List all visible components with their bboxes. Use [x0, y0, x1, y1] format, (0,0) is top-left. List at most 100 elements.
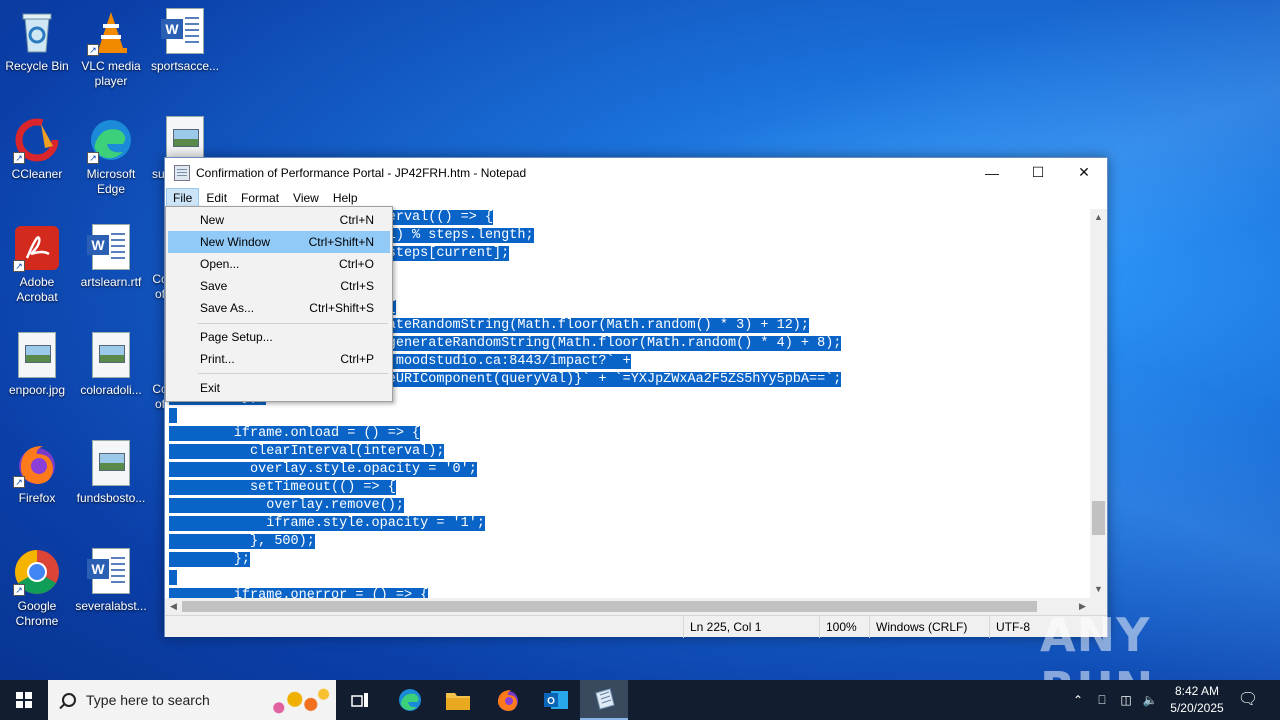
menu-file[interactable]: File: [166, 188, 200, 208]
menu-format[interactable]: Format: [234, 188, 286, 208]
menu-item-new-window[interactable]: New Window Ctrl+Shift+N: [168, 231, 390, 253]
selected-text: [169, 570, 178, 585]
word-doc-icon: W: [87, 224, 135, 272]
menu-item-shortcut: Ctrl+N: [339, 213, 374, 227]
folder-icon: [446, 693, 470, 710]
desktop-icon-google-chrome[interactable]: ↗ Google Chrome: [0, 548, 74, 629]
desktop-icon-severalabst[interactable]: W severalabst...: [74, 548, 148, 614]
desktop-icon-label: VLC media player: [81, 59, 141, 88]
edge-icon: [399, 689, 421, 711]
desktop-icon-edge[interactable]: ↗ Microsoft Edge: [74, 116, 148, 197]
desktop-icon-artslearn[interactable]: W artslearn.rtf: [74, 224, 148, 290]
network-icon[interactable]: ◫: [1116, 680, 1136, 720]
start-button[interactable]: [0, 680, 48, 720]
scroll-up-icon[interactable]: ▲: [1090, 209, 1107, 226]
menu-item-save-as[interactable]: Save As... Ctrl+Shift+S: [168, 297, 390, 319]
menu-item-new[interactable]: New Ctrl+N: [168, 209, 390, 231]
desktop-icon-adobe-acrobat[interactable]: ↗ Adobe Acrobat: [0, 224, 74, 305]
taskbar-firefox[interactable]: [484, 680, 532, 720]
desktop-icon-sportsacce[interactable]: W sportsacce...: [148, 8, 222, 74]
desktop-icon-label: Google Chrome: [15, 599, 59, 628]
menu-view[interactable]: View: [286, 188, 326, 208]
taskbar-file-explorer[interactable]: [434, 680, 482, 720]
menu-item-page-setup[interactable]: Page Setup...: [168, 326, 390, 348]
notepad-icon: [174, 164, 190, 181]
selected-text: overlay.style.opacity = '0';: [169, 462, 477, 477]
menu-item-label: New: [200, 213, 225, 227]
horizontal-scroll-thumb[interactable]: [182, 601, 1037, 612]
network-drive-icon[interactable]: ⎕: [1092, 680, 1112, 720]
menu-item-shortcut: Ctrl+S: [340, 279, 374, 293]
code-line: [169, 407, 1091, 425]
image-file-icon: [13, 332, 61, 380]
shortcut-arrow-icon: ↗: [13, 476, 25, 488]
svg-text:O: O: [547, 696, 555, 707]
maximize-button[interactable]: ☐: [1015, 158, 1061, 187]
desktop-icon-label: Adobe Acrobat: [16, 275, 58, 304]
recycle-bin-icon: [13, 8, 61, 56]
minimize-button[interactable]: —: [969, 158, 1015, 187]
shortcut-arrow-icon: ↗: [13, 152, 25, 164]
selected-text: };: [169, 552, 251, 567]
close-button[interactable]: ✕: [1061, 158, 1107, 187]
menu-edit[interactable]: Edit: [199, 188, 234, 208]
vertical-scroll-thumb[interactable]: [1092, 501, 1105, 535]
status-zoom: 100%: [819, 616, 869, 638]
menu-item-label: Print...: [200, 352, 235, 366]
selected-text: iframe.onload = () => {: [169, 426, 421, 441]
scroll-left-icon[interactable]: ◀: [165, 598, 182, 615]
desktop-icon-label: sportsacce...: [150, 59, 220, 73]
menu-item-print[interactable]: Print... Ctrl+P: [168, 348, 390, 370]
taskbar-notepad[interactable]: [580, 680, 628, 720]
scroll-down-icon[interactable]: ▼: [1090, 581, 1107, 598]
search-highlight-image: [266, 684, 330, 718]
taskbar-clock[interactable]: 8:42 AM 5/20/2025: [1162, 683, 1232, 717]
status-position: Ln 225, Col 1: [683, 616, 813, 638]
code-line: iframe.style.opacity = '1';: [169, 515, 1091, 533]
outlook-icon: O: [544, 691, 568, 709]
window-title: Confirmation of Performance Portal - JP4…: [196, 165, 527, 180]
taskbar-outlook[interactable]: O: [532, 680, 580, 720]
menu-item-open[interactable]: Open... Ctrl+O: [168, 253, 390, 275]
selected-text: overlay.remove();: [169, 498, 404, 513]
edge-icon: ↗: [87, 116, 135, 164]
taskbar-edge[interactable]: [386, 680, 434, 720]
volume-icon[interactable]: 🔈: [1140, 680, 1160, 720]
desktop-icon-label: fundsbosto...: [76, 491, 146, 505]
desktop-icon-ccleaner[interactable]: ↗ CCleaner: [0, 116, 74, 182]
taskbar: Type here to search O ⌃ ⎕ ◫ 🔈 8:42 AM 5/…: [0, 680, 1280, 720]
desktop-icon-label: Recycle Bin: [5, 59, 69, 73]
search-placeholder: Type here to search: [86, 692, 210, 708]
menu-item-save[interactable]: Save Ctrl+S: [168, 275, 390, 297]
vertical-scrollbar[interactable]: ▲ ▼: [1090, 209, 1107, 598]
title-bar[interactable]: Confirmation of Performance Portal - JP4…: [165, 158, 1107, 187]
desktop-icon-vlc[interactable]: ↗ VLC media player: [74, 8, 148, 89]
notifications-icon[interactable]: 🗨: [1236, 680, 1260, 720]
desktop-icon-label: severalabst...: [75, 599, 147, 613]
desktop-icon-label: CCleaner: [11, 167, 63, 181]
task-view-button[interactable]: [336, 680, 384, 720]
desktop-icon-recycle-bin[interactable]: Recycle Bin: [0, 8, 74, 74]
taskbar-search-box[interactable]: Type here to search: [48, 680, 336, 720]
horizontal-scrollbar[interactable]: ◀ ▶: [165, 598, 1091, 615]
show-hidden-icons-chevron-icon[interactable]: ⌃: [1068, 680, 1088, 720]
desktop-icon-label: coloradoli...: [80, 383, 142, 397]
desktop-icon-fundsbosto[interactable]: fundsbosto...: [74, 440, 148, 506]
code-line: iframe.onerror = () => {: [169, 587, 1091, 598]
menu-item-exit[interactable]: Exit: [168, 377, 390, 399]
status-bar: Ln 225, Col 1 100% Windows (CRLF) UTF-8: [165, 615, 1107, 638]
desktop-icon-enpoor[interactable]: enpoor.jpg: [0, 332, 74, 398]
code-line: [169, 569, 1091, 587]
menu-item-shortcut: Ctrl+Shift+N: [308, 235, 374, 249]
code-line: };: [169, 551, 1091, 569]
desktop-icon-coloradoli[interactable]: coloradoli...: [74, 332, 148, 398]
clock-time: 8:42 AM: [1174, 684, 1220, 698]
selected-text: iframe.style.opacity = '1';: [169, 516, 485, 531]
image-file-icon: [87, 440, 135, 488]
shortcut-arrow-icon: ↗: [87, 152, 99, 164]
menu-help[interactable]: Help: [326, 188, 365, 208]
menu-item-label: Save: [200, 279, 228, 293]
desktop-icon-firefox[interactable]: ↗ Firefox: [0, 440, 74, 506]
selected-text: setTimeout(() => {: [169, 480, 396, 495]
desktop-icon-label: Microsoft Edge: [86, 167, 136, 196]
